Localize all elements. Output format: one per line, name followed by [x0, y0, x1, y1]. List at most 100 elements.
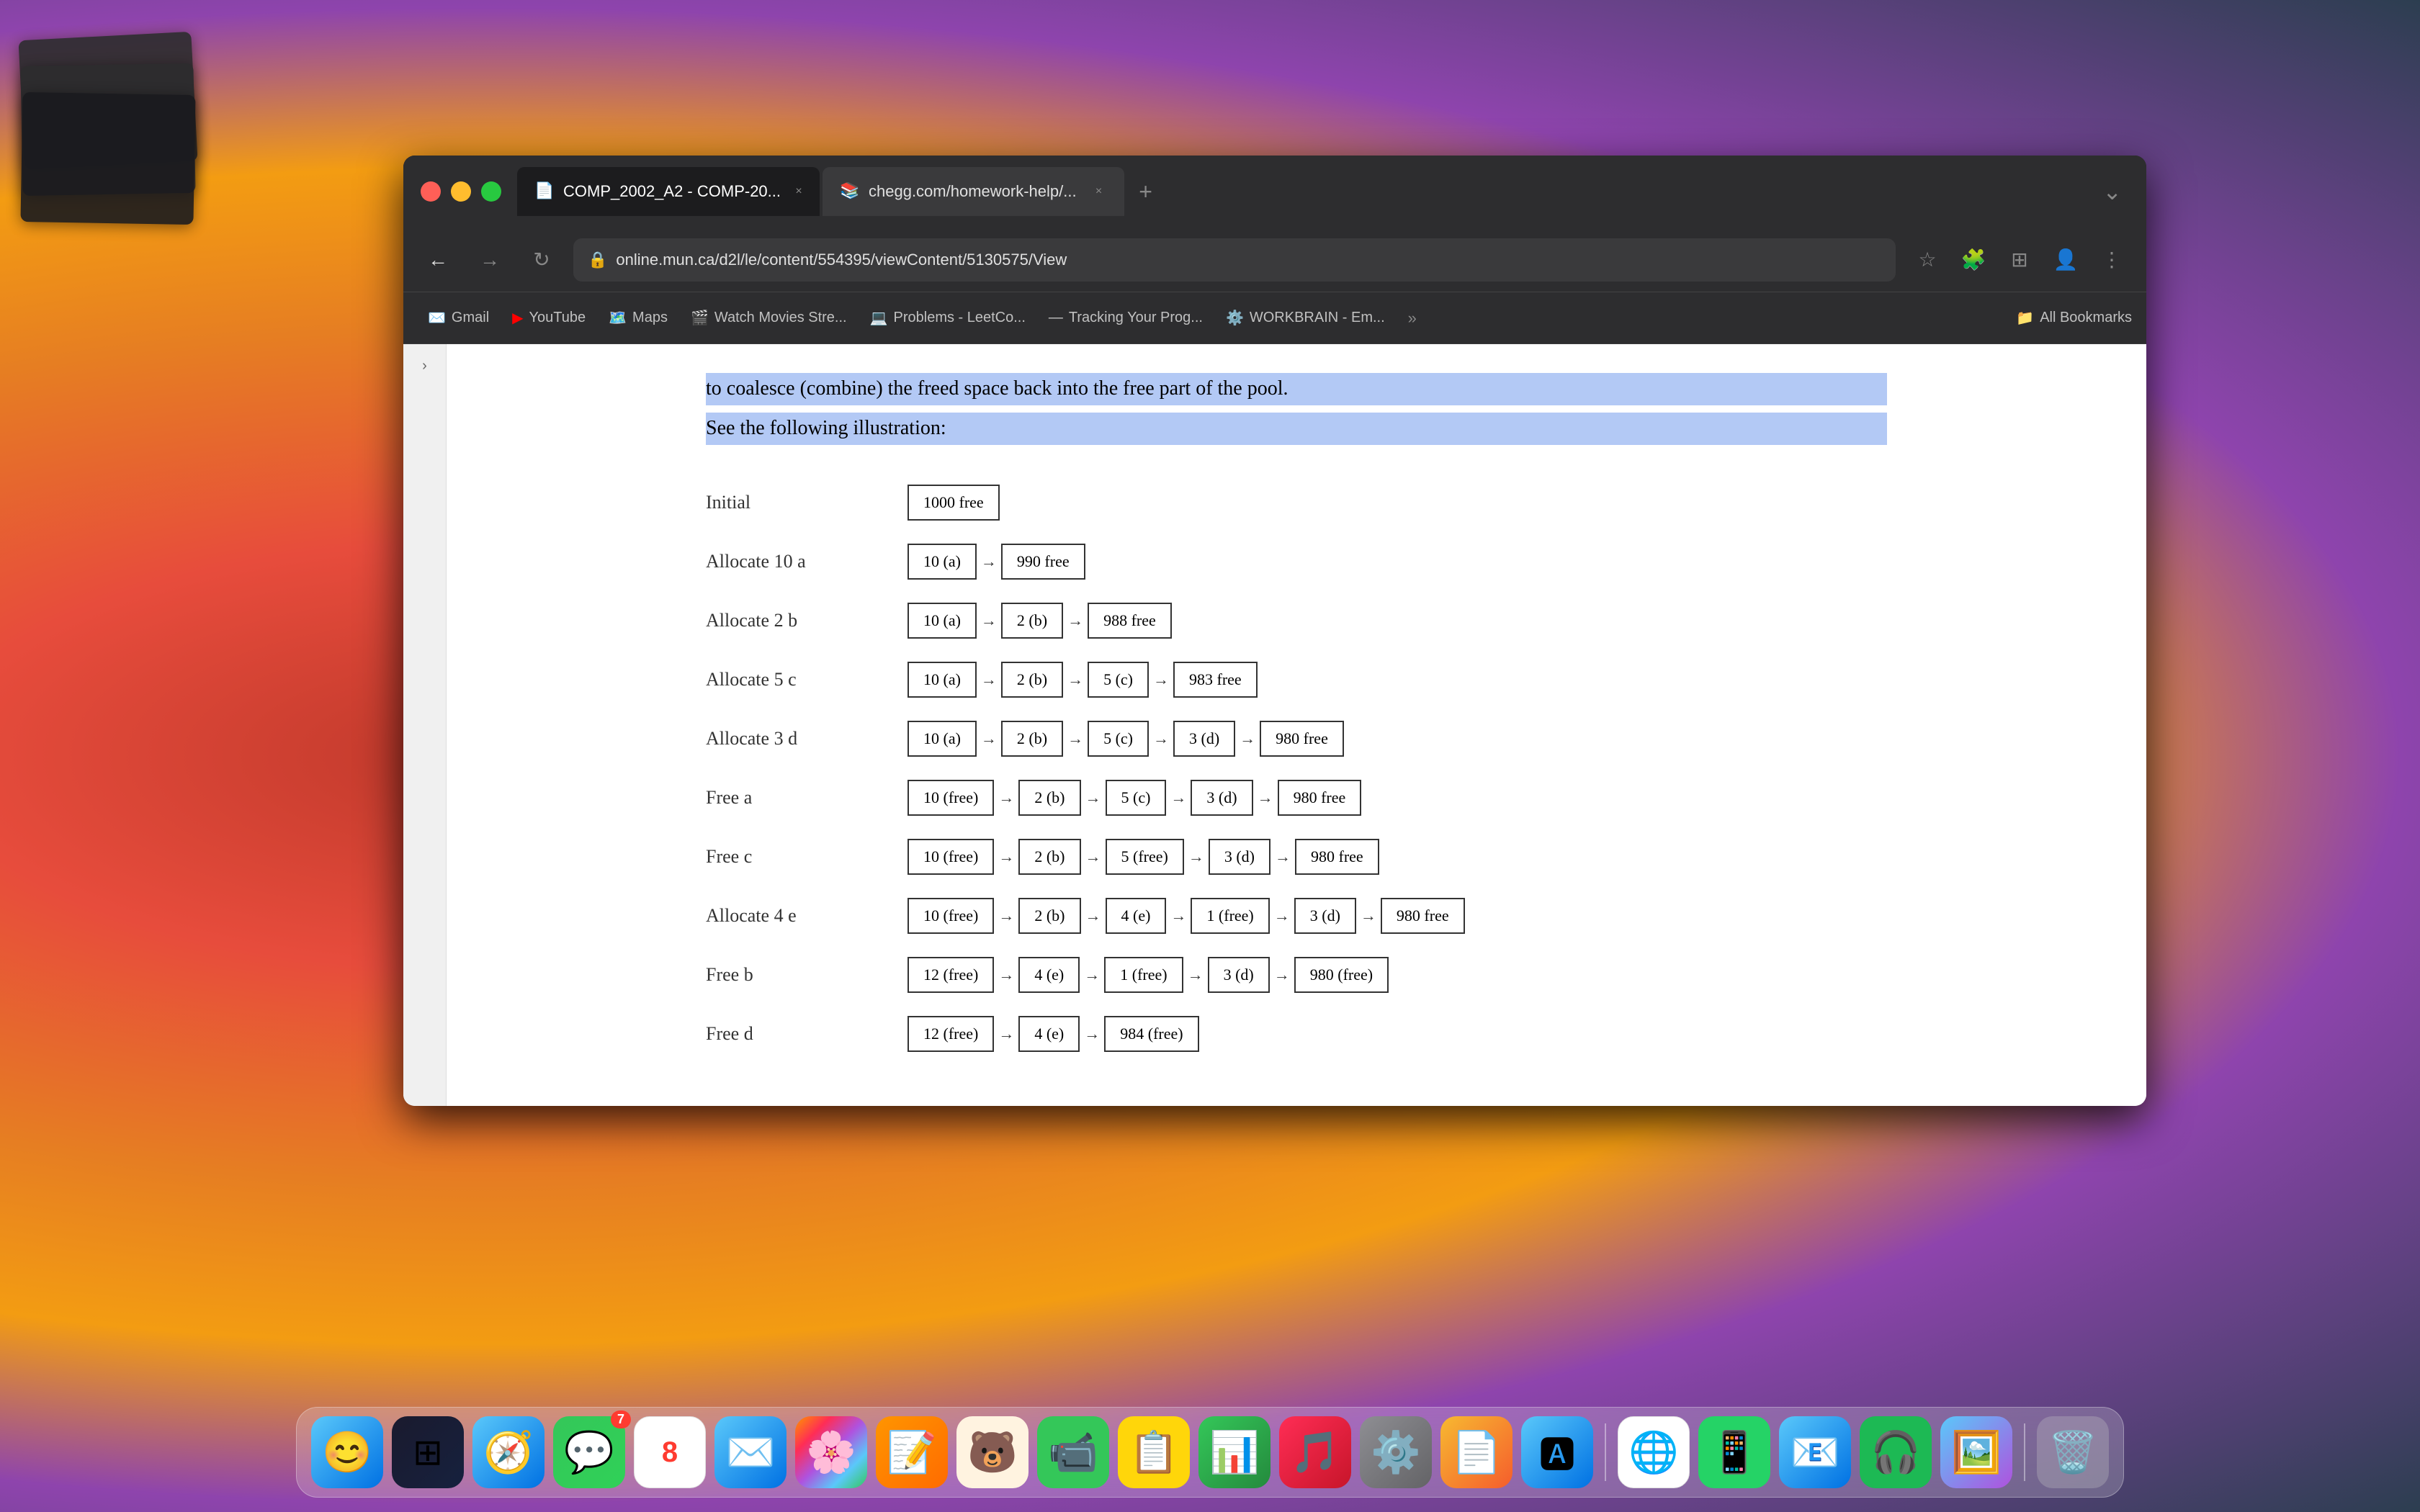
tab2-close[interactable]: ×	[1091, 184, 1107, 199]
profiles-button[interactable]: 👤	[2045, 240, 2086, 280]
new-tab-button[interactable]: +	[1127, 173, 1165, 210]
row-blocks-alloc4e: 10 (free) → 2 (b) → 4 (e) → 1 (free) → 3…	[908, 898, 1465, 934]
block-r6-980free: 980 free	[1295, 839, 1379, 875]
arrow: →	[994, 847, 1018, 866]
arrow: →	[1063, 729, 1088, 748]
dock-music[interactable]: 🎵	[1279, 1416, 1351, 1488]
dock-whatsapp[interactable]: 📱	[1698, 1416, 1770, 1488]
maps-label: Maps	[632, 310, 668, 326]
row-label-freed: Free d	[706, 1023, 908, 1045]
dock-app-store[interactable]: 🅰	[1521, 1416, 1593, 1488]
bookmark-tracking[interactable]: — Tracking Your Prog...	[1039, 305, 1213, 330]
bookmark-maps[interactable]: 🗺️ Maps	[599, 305, 678, 331]
nav-bar: ← → ↻ 🔒 online.mun.ca/d2l/le/content/554…	[403, 228, 2146, 292]
row-blocks-initial: 1000 free	[908, 485, 1000, 521]
safari-icon: 🧭	[483, 1428, 534, 1476]
gmail-favicon: ✉️	[428, 309, 446, 327]
dock-bear[interactable]: 🐻	[956, 1416, 1028, 1488]
minimize-button[interactable]	[451, 181, 471, 202]
numbers-icon: 📊	[1209, 1428, 1260, 1476]
forward-button[interactable]: →	[470, 240, 510, 280]
dock-launchpad[interactable]: ⊞	[392, 1416, 464, 1488]
bookmark-star-button[interactable]: ☆	[1907, 240, 1948, 280]
dock-finder[interactable]: 😊	[311, 1416, 383, 1488]
all-bookmarks[interactable]: 📁 All Bookmarks	[2016, 309, 2132, 327]
bookmarks-bar: ✉️ Gmail ▶ YouTube 🗺️ Maps 🎬 Watch Movie…	[403, 292, 2146, 344]
block-r4-5c: 5 (c)	[1088, 721, 1149, 757]
row-blocks-freea: 10 (free) → 2 (b) → 5 (c) → 3 (d) → 980 …	[908, 780, 1361, 816]
arrow: →	[1183, 966, 1208, 984]
dock-calendar[interactable]: 8	[634, 1416, 706, 1488]
lock-icon: 🔒	[588, 251, 607, 269]
arrow: →	[994, 966, 1018, 984]
tracking-label: Tracking Your Prog...	[1069, 310, 1203, 326]
dock-numbers[interactable]: 📊	[1198, 1416, 1270, 1488]
folder-icon: 📁	[2016, 309, 2034, 327]
dock-reminders[interactable]: 📝	[876, 1416, 948, 1488]
diagram-row-alloc5c: Allocate 5 c 10 (a) → 2 (b) → 5 (c) → 98…	[706, 658, 1887, 701]
menu-button[interactable]: ⋮	[2092, 240, 2132, 280]
dock-trash[interactable]: 🗑️	[2037, 1416, 2109, 1488]
bookmark-movies[interactable]: 🎬 Watch Movies Stre...	[681, 305, 857, 331]
block-initial-1000: 1000 free	[908, 485, 1000, 521]
dock-safari[interactable]: 🧭	[472, 1416, 544, 1488]
dock-facetime[interactable]: 📹	[1037, 1416, 1109, 1488]
bookmark-youtube[interactable]: ▶ YouTube	[502, 305, 596, 331]
block-r8-4e: 4 (e)	[1018, 957, 1080, 993]
dock-messages[interactable]: 💬 7	[553, 1416, 625, 1488]
block-r3-5c: 5 (c)	[1088, 662, 1149, 698]
reload-button[interactable]: ↻	[521, 240, 562, 280]
preview-icon: 🖼️	[1951, 1428, 2002, 1476]
dock: 😊 ⊞ 🧭 💬 7 8 ✉️ 🌸 📝 🐻 📹 📋 📊 🎵 ⚙️ 📄 �	[296, 1407, 2124, 1498]
nav-right-icons: ☆ 🧩 ⊞ 👤 ⋮	[1907, 240, 2132, 280]
bookmark-leetcode[interactable]: 💻 Problems - LeetCo...	[860, 305, 1036, 331]
arrow: →	[1270, 847, 1295, 866]
block-r7-3d: 3 (d)	[1294, 898, 1356, 934]
row-blocks-alloc5c: 10 (a) → 2 (b) → 5 (c) → 983 free	[908, 662, 1258, 698]
tab-chegg[interactable]: 📚 chegg.com/homework-help/... ×	[823, 167, 1124, 216]
trash-icon: 🗑️	[2048, 1428, 2098, 1476]
row-blocks-alloc10a: 10 (a) → 990 free	[908, 544, 1085, 580]
facetime-icon: 📹	[1048, 1428, 1098, 1476]
bookmark-workbrain[interactable]: ⚙️ WORKBRAIN - Em...	[1216, 305, 1395, 331]
bookmark-gmail[interactable]: ✉️ Gmail	[418, 305, 499, 331]
arrow: →	[1081, 906, 1106, 925]
dock-mail2[interactable]: 📧	[1779, 1416, 1851, 1488]
maps-favicon: 🗺️	[609, 309, 627, 327]
row-label-initial: Initial	[706, 492, 908, 513]
youtube-favicon: ▶	[512, 309, 523, 327]
sidebar-toggle-button[interactable]: ›	[411, 351, 439, 380]
block-r3-2b: 2 (b)	[1001, 662, 1063, 698]
arrow: →	[1081, 847, 1106, 866]
dock-pages[interactable]: 📄	[1440, 1416, 1512, 1488]
tab1-close[interactable]: ×	[795, 184, 802, 199]
messages-badge: 7	[611, 1410, 631, 1428]
spotify-icon: 🎧	[1870, 1428, 1921, 1476]
bookmarks-more-button[interactable]: »	[1401, 305, 1424, 332]
block-r6-3d: 3 (d)	[1209, 839, 1270, 875]
dock-photos[interactable]: 🌸	[795, 1416, 867, 1488]
reader-view-button[interactable]: ⊞	[1999, 240, 2040, 280]
row-label-alloc2b: Allocate 2 b	[706, 610, 908, 631]
maximize-button[interactable]	[481, 181, 501, 202]
tab-comp2002[interactable]: 📄 COMP_2002_A2 - COMP-20... ×	[517, 167, 820, 216]
back-button[interactable]: ←	[418, 240, 458, 280]
dock-preview[interactable]: 🖼️	[1940, 1416, 2012, 1488]
dock-system-prefs[interactable]: ⚙️	[1360, 1416, 1432, 1488]
row-label-freec: Free c	[706, 846, 908, 868]
block-r4-3d: 3 (d)	[1173, 721, 1235, 757]
block-r8-3d: 3 (d)	[1208, 957, 1270, 993]
row-blocks-alloc3d: 10 (a) → 2 (b) → 5 (c) → 3 (d) → 980 fre…	[908, 721, 1344, 757]
dock-notes[interactable]: 📋	[1118, 1416, 1190, 1488]
dock-chrome[interactable]: 🌐	[1618, 1416, 1690, 1488]
close-button[interactable]	[421, 181, 441, 202]
block-r8-12free: 12 (free)	[908, 957, 994, 993]
block-990free: 990 free	[1001, 544, 1085, 580]
dock-spotify[interactable]: 🎧	[1860, 1416, 1932, 1488]
profile-icon[interactable]: ⌄	[2095, 178, 2129, 205]
address-bar[interactable]: 🔒 online.mun.ca/d2l/le/content/554395/vi…	[573, 238, 1896, 282]
tab1-label: COMP_2002_A2 - COMP-20...	[563, 182, 781, 201]
extensions-button[interactable]: 🧩	[1953, 240, 1994, 280]
dock-mail[interactable]: ✉️	[714, 1416, 786, 1488]
url-text: online.mun.ca/d2l/le/content/554395/view…	[616, 251, 1881, 269]
